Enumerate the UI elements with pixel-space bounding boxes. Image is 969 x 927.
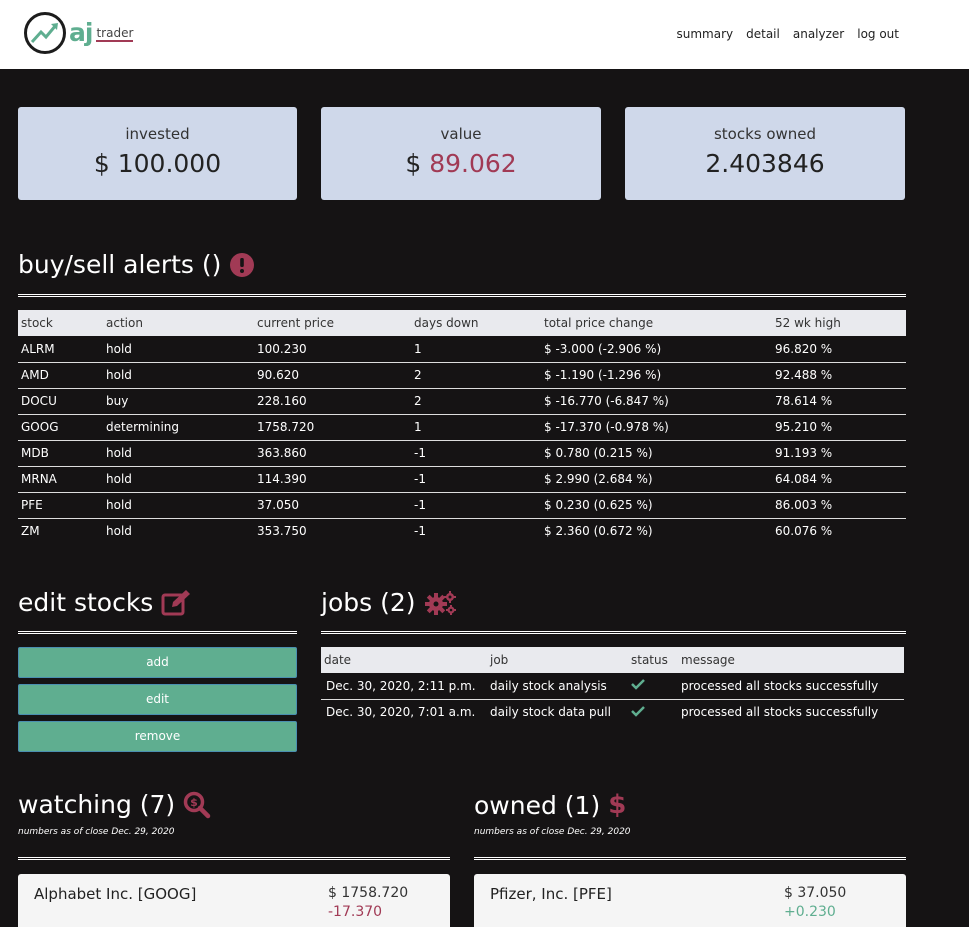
invested-label: invested [125,125,190,143]
edit-stocks-title: edit stocks [18,588,154,617]
table-row[interactable]: ALRM hold 100.230 1 $ -3.000 (-2.906 %) 96.82… [18,336,906,363]
stock-price: $ 1758.720 [328,885,409,901]
stocks-owned-label: stocks owned [713,125,817,143]
col-days-down[interactable]: days down [411,310,541,336]
col-52wk-high[interactable]: 52 wk high [772,310,906,336]
table-row[interactable]: DOCU buy 228.160 2 $ -16.770 (-6.847 %) 78.61… [18,388,906,415]
watching-heading: watching (7) $ [18,790,211,819]
exclamation-circle-icon [230,252,255,277]
edit-stocks-heading: edit stocks [18,588,191,617]
col-date[interactable]: date [321,647,487,673]
nav-log-out[interactable]: log out [857,27,899,41]
col-message[interactable]: message [678,647,904,673]
jobs-divider [321,631,906,634]
add-button[interactable]: add [18,647,297,678]
edit-button[interactable]: edit [18,684,297,715]
stock-change: +0.230 [784,904,836,920]
nav-detail[interactable]: detail [746,27,780,41]
table-row[interactable]: ZM hold 353.750 -1 $ 2.360 (0.672 %) 60.076 % [18,518,906,544]
value-card: value $ 89.062 [321,107,601,200]
table-row[interactable]: GOOG determining 1758.720 1 $ -17.370 (-0.97… [18,414,906,441]
table-row[interactable]: PFE hold 37.050 -1 $ 0.230 (0.625 %) 86.003 % [18,492,906,519]
owned-divider [474,857,906,860]
alerts-heading: buy/sell alerts () [18,250,255,279]
check-icon [631,679,645,691]
col-stock[interactable]: stock [18,310,103,336]
jobs-heading: jobs (2) [321,588,458,617]
remove-button[interactable]: remove [18,721,297,752]
col-total-price-change[interactable]: total price change [541,310,772,336]
gears-icon [424,590,456,615]
trend-up-icon [24,12,66,54]
invested-value: $ 100.000 [93,149,222,178]
table-row[interactable]: MDB hold 363.860 -1 $ 0.780 (0.215 %) 91.193 … [18,440,906,467]
stock-name: Alphabet Inc. [GOOG] [34,885,197,903]
col-current-price[interactable]: current price [254,310,411,336]
owned-stock-card[interactable]: Pfizer, Inc. [PFE] $ 37.050 +0.230 [474,874,906,927]
watching-divider [18,857,450,860]
edit-icon[interactable] [161,589,191,616]
invested-card: invested $ 100.000 [18,107,297,200]
nav-summary[interactable]: summary [677,27,734,41]
stocks-owned-card: stocks owned 2.403846 [625,107,905,200]
stock-name: Pfizer, Inc. [PFE] [490,885,612,903]
svg-text:$: $ [190,796,198,809]
jobs-table: date job status message Dec. 30, 2020, 2… [321,647,904,725]
table-row[interactable]: MRNA hold 114.390 -1 $ 2.990 (2.684 %) 64.084… [18,466,906,493]
owned-heading: owned (1) $ [474,790,626,820]
stocks-owned-value: 2.403846 [705,149,825,178]
table-row[interactable]: AMD hold 90.620 2 $ -1.190 (-1.296 %) 92.488 … [18,362,906,389]
watch-stock-card[interactable]: Alphabet Inc. [GOOG] $ 1758.720 -17.370 [18,874,450,927]
jobs-header-row: date job status message [321,647,904,673]
edit-divider [18,631,297,634]
owned-title: owned (1) [474,790,601,820]
brand-aj: aj [69,18,93,47]
nav-analyzer[interactable]: analyzer [793,27,844,41]
alerts-header-row: stock action current price days down tot… [18,310,906,336]
watching-title: watching (7) [18,790,176,819]
col-job[interactable]: job [487,647,628,673]
table-row[interactable]: Dec. 30, 2020, 2:11 p.m. daily stock ana… [321,673,904,700]
col-status[interactable]: status [628,647,678,673]
table-row[interactable]: Dec. 30, 2020, 7:01 a.m. daily stock dat… [321,699,904,725]
stock-price: $ 37.050 [784,885,847,901]
value-amount: $ 89.062 [405,149,517,178]
stock-change: -17.370 [328,904,383,920]
alerts-title: buy/sell alerts () [18,250,222,279]
main-nav: summary detail analyzer log out [677,27,900,41]
owned-subtitle: numbers as of close Dec. 29, 2020 [474,827,631,837]
alerts-divider [18,294,906,297]
col-action[interactable]: action [103,310,254,336]
jobs-title: jobs (2) [321,588,416,617]
brand-logo[interactable]: aj trader [24,12,134,54]
dollar-icon: $ [608,790,627,820]
search-dollar-icon: $ [183,791,211,818]
brand-trader: trader [96,26,134,42]
alerts-table: stock action current price days down tot… [18,310,906,544]
top-navbar: aj trader summary detail analyzer log ou… [0,0,969,69]
check-icon [631,705,645,717]
value-label: value [440,125,482,143]
watching-subtitle: numbers as of close Dec. 29, 2020 [18,827,175,837]
